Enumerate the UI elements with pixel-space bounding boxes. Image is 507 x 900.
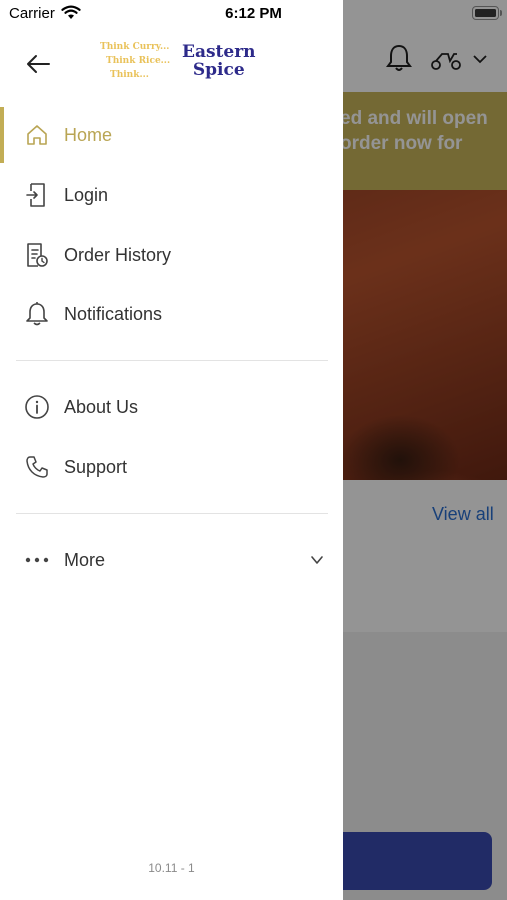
eastern-spice-logo: Think Curry... Think Rice... Think... Ea…	[100, 40, 266, 86]
menu-label: Order History	[64, 244, 172, 265]
battery-icon	[472, 6, 499, 20]
menu-divider	[16, 360, 328, 361]
back-arrow-icon	[27, 55, 50, 73]
menu-label: Support	[64, 456, 128, 477]
info-icon	[24, 394, 50, 420]
menu-item-support[interactable]: Support	[0, 439, 343, 495]
menu-item-about-us[interactable]: About Us	[0, 379, 343, 435]
more-dots-icon	[24, 547, 50, 573]
menu-item-more[interactable]: More	[0, 532, 343, 588]
menu-item-login[interactable]: Login	[0, 167, 343, 223]
menu-label: Home	[64, 124, 113, 145]
back-button[interactable]	[22, 50, 54, 78]
logo-tagline: Think Curry... Think Rice... Think...	[100, 42, 171, 80]
bell-icon	[24, 301, 50, 327]
order-history-icon	[24, 242, 50, 268]
menu-item-notifications[interactable]: Notifications	[0, 286, 343, 342]
home-icon	[24, 122, 50, 148]
logo-brand: Eastern Spice	[182, 42, 256, 80]
menu-label: More	[64, 549, 106, 570]
clock: 6:12 PM	[225, 5, 282, 22]
menu-label: Login	[64, 184, 109, 205]
active-indicator	[0, 107, 4, 163]
phone-icon	[24, 454, 50, 480]
menu-item-home[interactable]: Home	[0, 107, 343, 163]
menu-item-order-history[interactable]: Order History	[0, 227, 343, 283]
navigation-drawer: Think Curry... Think Rice... Think... Ea…	[0, 0, 343, 900]
menu-label: About Us	[64, 396, 139, 417]
chevron-down-icon	[311, 556, 323, 564]
login-icon	[24, 182, 50, 208]
menu-divider	[16, 513, 328, 514]
app-version: 10.11 - 1	[148, 861, 195, 875]
status-bar: Carrier 6:12 PM	[0, 0, 507, 28]
menu-label: Notifications	[64, 303, 163, 324]
